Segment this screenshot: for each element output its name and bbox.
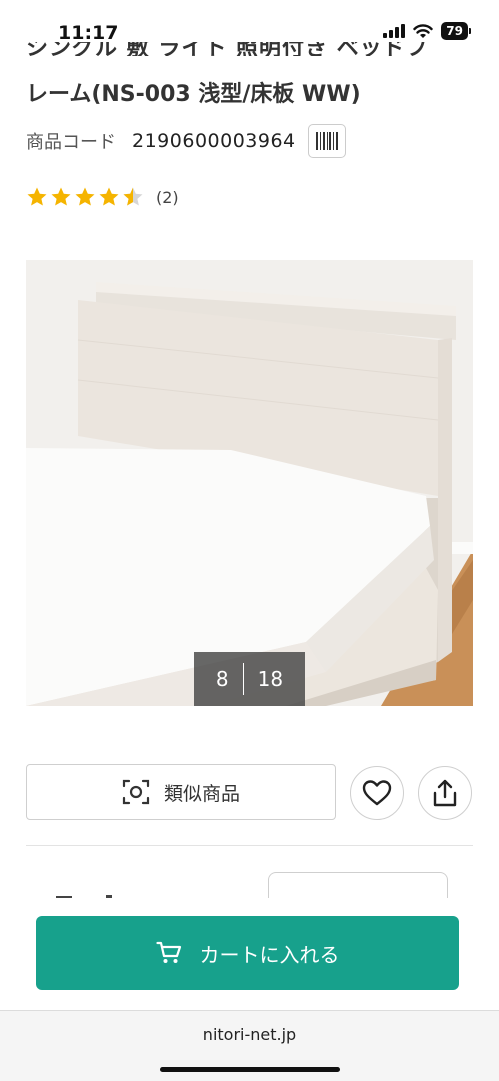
barcode-icon [315, 132, 338, 150]
status-time: 11:17 [58, 22, 119, 44]
product-title-line1: シングル 敷 ライト 照明付き ベッドフ [26, 42, 429, 56]
rating-row[interactable]: (2) [26, 186, 179, 208]
cart-bar: カートに入れる [0, 898, 499, 1010]
barcode-button[interactable] [307, 124, 346, 158]
signal-icon [383, 24, 406, 38]
partial-content-glyphs [56, 895, 112, 900]
section-divider [26, 845, 473, 846]
share-icon [433, 779, 457, 807]
add-to-cart-label: カートに入れる [199, 942, 340, 967]
star-rating-icon [27, 187, 143, 206]
image-counter-current: 8 [215, 667, 229, 691]
url-text[interactable]: nitori-net.jp [0, 1025, 499, 1044]
product-code-label: 商品コード [26, 132, 116, 153]
review-count[interactable]: (2) [156, 188, 179, 207]
product-title-line2: レーム(NS-003 浅型/床板 WW) [26, 82, 361, 107]
similar-products-button[interactable]: 類似商品 [26, 764, 336, 820]
share-button[interactable] [418, 766, 472, 820]
similar-products-label: 類似商品 [163, 782, 240, 805]
product-code-row: 商品コード 2190600003964 [26, 124, 346, 158]
battery-level: 79 [441, 22, 468, 40]
product-code-value: 2190600003964 [132, 130, 296, 152]
image-counter-divider [242, 663, 244, 695]
bed-image [26, 260, 473, 706]
status-icons: 79 [383, 22, 471, 40]
heart-icon [362, 780, 392, 806]
cart-icon [155, 941, 181, 963]
image-counter-total: 18 [257, 667, 284, 691]
partial-content [26, 872, 226, 900]
image-search-icon [122, 779, 150, 805]
add-to-cart-button[interactable]: カートに入れる [36, 916, 459, 990]
browser-url-bar[interactable]: nitori-net.jp [0, 1010, 499, 1081]
wifi-icon [413, 23, 433, 38]
home-indicator [160, 1067, 340, 1072]
favorite-button[interactable] [350, 766, 404, 820]
image-counter: 8 18 [194, 652, 305, 706]
battery-icon [469, 28, 471, 34]
product-image-gallery[interactable]: 8 18 [26, 260, 473, 706]
